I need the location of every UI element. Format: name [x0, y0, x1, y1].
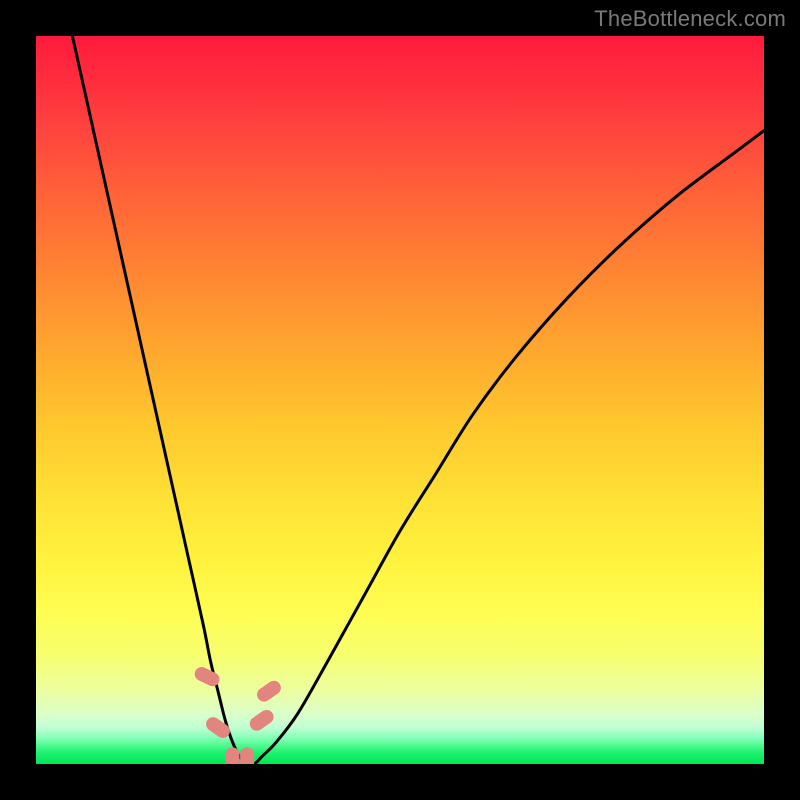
curve-layer	[36, 36, 764, 764]
curve-marker	[226, 747, 240, 764]
curve-marker	[240, 747, 254, 764]
plot-area	[36, 36, 764, 764]
chart-frame: TheBottleneck.com	[0, 0, 800, 800]
curve-marker	[247, 707, 276, 733]
curve-marker	[203, 714, 232, 740]
curve-marker	[254, 678, 283, 704]
bottleneck-curve	[72, 36, 764, 764]
watermark-text: TheBottleneck.com	[594, 6, 786, 32]
